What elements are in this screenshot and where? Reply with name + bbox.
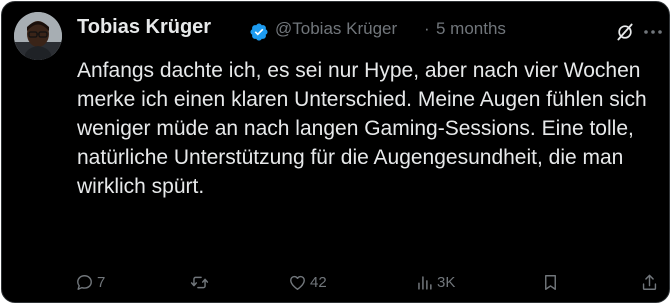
bookmark-button[interactable] — [541, 268, 560, 296]
tweet-card[interactable]: Tobias Krüger @Tobias Krüger · 5 months … — [1, 1, 670, 303]
like-button[interactable]: 42 — [288, 268, 327, 296]
reply-count: 7 — [97, 273, 106, 291]
reply-button[interactable]: 7 — [75, 268, 105, 296]
like-count: 42 — [310, 273, 327, 291]
bookmark-icon — [545, 274, 556, 290]
tweet-header: Tobias Krüger @Tobias Krüger · 5 months — [77, 16, 662, 46]
author-name[interactable]: Tobias Krüger — [77, 16, 211, 39]
share-icon — [642, 274, 657, 290]
retweet-icon — [190, 276, 209, 288]
views-icon — [418, 275, 432, 290]
share-button[interactable] — [640, 268, 659, 296]
timestamp[interactable]: 5 months — [436, 19, 506, 39]
like-icon — [290, 275, 305, 290]
verified-badge-icon — [250, 23, 268, 41]
view-count: 3K — [437, 273, 456, 291]
more-icon[interactable] — [641, 20, 665, 44]
separator-dot: · — [424, 19, 430, 38]
retweet-button[interactable] — [190, 268, 212, 296]
grok-icon[interactable] — [615, 22, 635, 42]
views-button[interactable]: 3K — [415, 268, 455, 296]
action-bar: 7 42 3K — [75, 268, 665, 296]
avatar[interactable] — [14, 12, 62, 60]
author-handle[interactable]: @Tobias Krüger — [275, 19, 397, 39]
tweet-text: Anfangs dachte ich, es sei nur Hype, abe… — [77, 59, 647, 198]
reply-icon — [77, 274, 92, 290]
avatar-image — [14, 12, 62, 60]
